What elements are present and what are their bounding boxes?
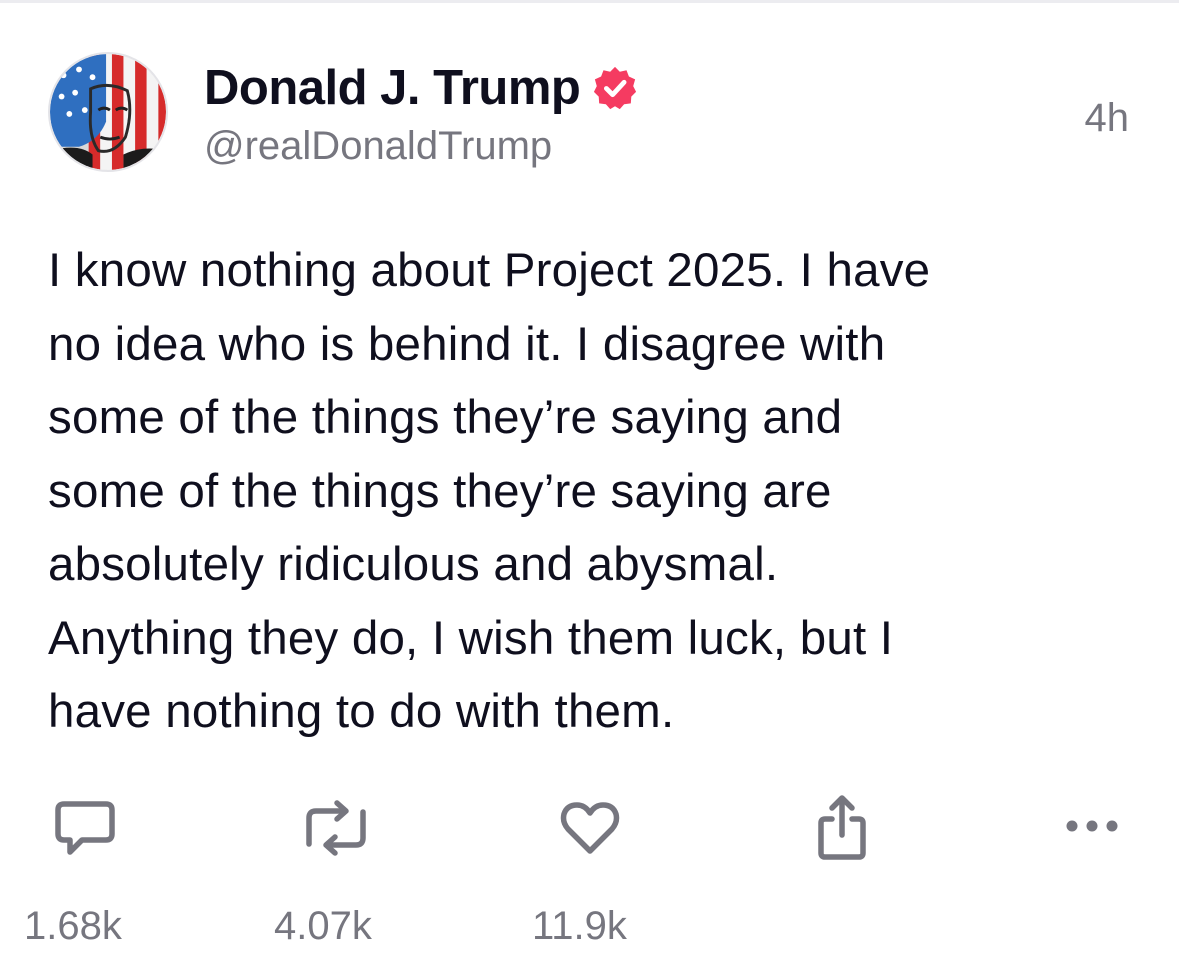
share-icon (818, 795, 866, 860)
share-button[interactable] (814, 795, 870, 860)
like-button[interactable] (560, 796, 620, 860)
avatar-image (50, 54, 166, 170)
like-count: 11.9k (532, 904, 627, 948)
post-text-line: absolutely ridiculous and abysmal. (48, 538, 779, 591)
repost-icon (306, 800, 366, 856)
more-options-button[interactable] (1062, 798, 1122, 854)
more-icon (1066, 820, 1118, 832)
repost-button[interactable] (300, 796, 372, 860)
top-divider (0, 0, 1179, 3)
post-text: I know nothing about Project 2025. I hav… (48, 234, 1138, 749)
post-text-line: some of the things they’re saying and (48, 391, 843, 444)
post-text-line: Anything they do, I wish them luck, but … (48, 611, 894, 665)
reply-count: 1.68k (24, 904, 122, 948)
reply-icon (55, 801, 115, 855)
post-text-line: have nothing to do with them. (48, 685, 675, 738)
post-text-line: some of the things they’re saying are (48, 464, 832, 518)
post-text-line: I know nothing about Project 2025. I hav… (48, 244, 931, 297)
post-timestamp[interactable]: 4h (1085, 96, 1130, 141)
heart-icon (560, 802, 620, 854)
reply-button[interactable] (52, 796, 118, 860)
display-name[interactable]: Donald J. Trump (204, 60, 581, 116)
avatar[interactable] (48, 52, 168, 172)
verified-badge-icon (594, 66, 637, 110)
author-name-row: Donald J. Trump (204, 58, 638, 118)
repost-count: 4.07k (274, 904, 372, 948)
post-text-line: no idea who is behind it. I disagree wit… (48, 317, 886, 371)
author-handle[interactable]: @realDonaldTrump (204, 124, 552, 169)
